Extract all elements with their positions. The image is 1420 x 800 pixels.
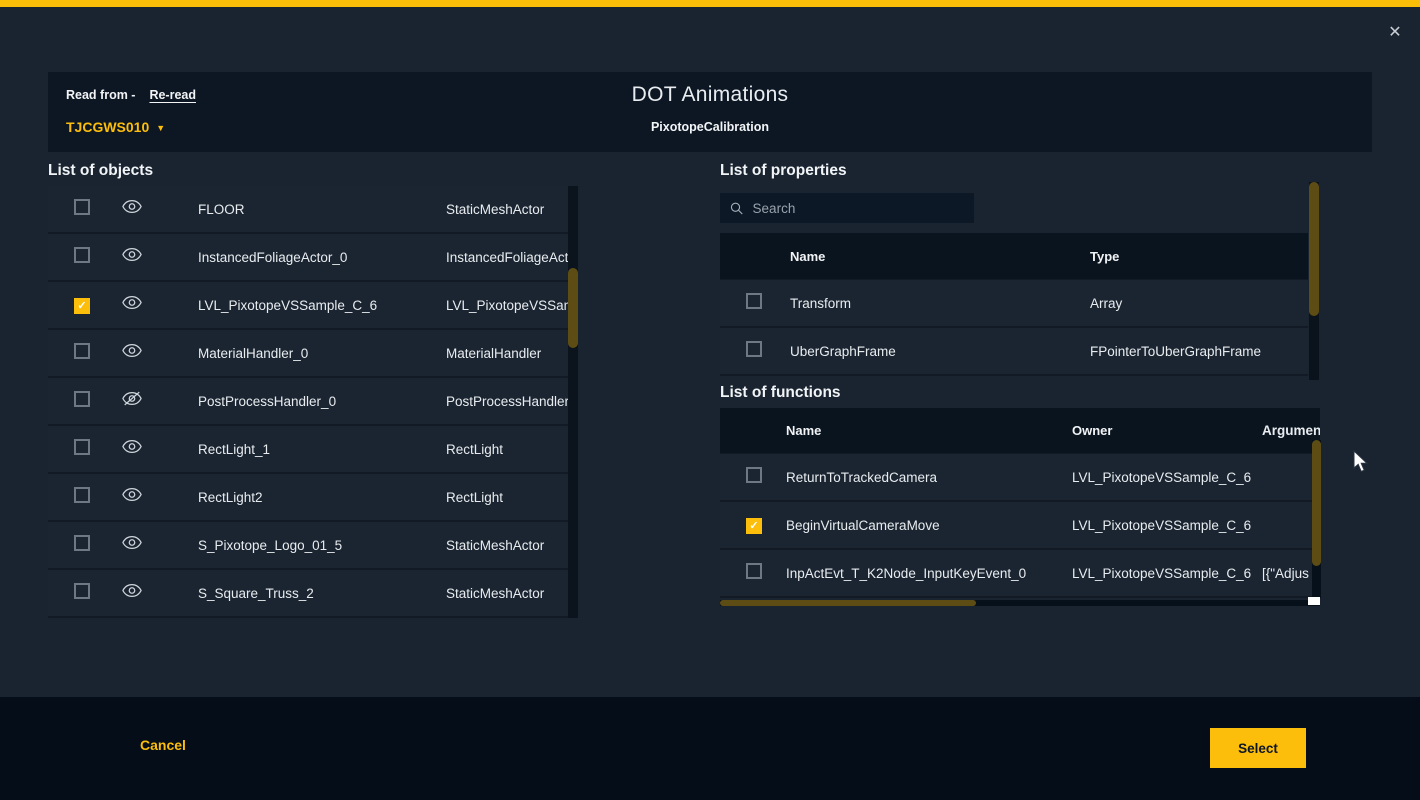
object-name: PostProcessHandler_0: [198, 394, 446, 409]
table-row[interactable]: InstancedFoliageActor_0 InstancedFoliage…: [48, 234, 578, 282]
search-icon: [730, 201, 744, 216]
table-row[interactable]: S_Pixotope_Logo_01_5 StaticMeshActor: [48, 522, 578, 570]
object-type: StaticMeshActor: [446, 538, 578, 553]
functions-table: Name Owner Arguments ReturnToTrackedCame…: [720, 408, 1320, 598]
scrollbar-thumb[interactable]: [1309, 182, 1319, 316]
dialog-footer: Cancel Select: [0, 697, 1420, 800]
visibility-eye-icon[interactable]: [122, 535, 144, 551]
function-name: BeginVirtualCameraMove: [786, 518, 1072, 533]
column-header-name: Name: [786, 423, 1072, 438]
properties-heading: List of properties: [720, 162, 847, 180]
table-row[interactable]: UberGraphFrame FPointerToUberGraphFrame: [720, 328, 1308, 376]
object-type: LVL_PixotopeVSSample_C: [446, 298, 578, 313]
object-name: FLOOR: [198, 202, 446, 217]
functions-scrollbar[interactable]: [1312, 440, 1321, 598]
row-checkbox[interactable]: [74, 247, 90, 263]
functions-heading: List of functions: [720, 384, 841, 402]
property-type: FPointerToUberGraphFrame: [1090, 344, 1308, 359]
function-owner: LVL_PixotopeVSSample_C_6: [1072, 518, 1262, 533]
table-row[interactable]: Transform Array: [720, 280, 1308, 328]
row-checkbox[interactable]: [746, 341, 762, 357]
object-type: StaticMeshActor: [446, 202, 578, 217]
visibility-eye-icon[interactable]: [122, 583, 144, 599]
object-type: MaterialHandler: [446, 346, 578, 361]
visibility-eye-icon[interactable]: [122, 295, 144, 311]
property-type: Array: [1090, 296, 1308, 311]
page-title: DOT Animations: [48, 83, 1372, 107]
objects-heading: List of objects: [48, 162, 153, 180]
visibility-eye-icon[interactable]: [122, 247, 144, 263]
visibility-eye-icon[interactable]: [122, 343, 144, 359]
column-header-type: Type: [1090, 249, 1308, 264]
table-row[interactable]: FLOOR StaticMeshActor: [48, 186, 578, 234]
property-name: Transform: [790, 296, 1090, 311]
column-header-owner: Owner: [1072, 423, 1262, 438]
row-checkbox[interactable]: [74, 343, 90, 359]
scrollbar-thumb[interactable]: [568, 268, 578, 348]
table-row[interactable]: BeginVirtualCameraMove LVL_PixotopeVSSam…: [720, 502, 1320, 550]
properties-scrollbar[interactable]: [1309, 182, 1319, 380]
mouse-cursor: [1353, 450, 1370, 474]
row-checkbox[interactable]: [746, 563, 762, 579]
visibility-eye-off-icon[interactable]: [122, 391, 144, 407]
scrollbar-corner: [1308, 597, 1320, 605]
function-owner: LVL_PixotopeVSSample_C_6: [1072, 470, 1262, 485]
row-checkbox[interactable]: [74, 391, 90, 407]
object-name: LVL_PixotopeVSSample_C_6: [198, 298, 446, 313]
object-name: InstancedFoliageActor_0: [198, 250, 446, 265]
object-name: MaterialHandler_0: [198, 346, 446, 361]
row-checkbox[interactable]: [746, 467, 762, 483]
table-row[interactable]: InpActEvt_T_K2Node_InputKeyEvent_0 LVL_P…: [720, 550, 1320, 598]
visibility-eye-icon[interactable]: [122, 439, 144, 455]
select-button[interactable]: Select: [1210, 728, 1306, 768]
object-type: RectLight: [446, 442, 578, 457]
object-type: StaticMeshActor: [446, 586, 578, 601]
visibility-eye-icon[interactable]: [122, 199, 144, 215]
function-name: ReturnToTrackedCamera: [786, 470, 1072, 485]
row-checkbox[interactable]: [74, 298, 90, 314]
row-checkbox[interactable]: [74, 199, 90, 215]
objects-table: FLOOR StaticMeshActor InstancedFoliageAc…: [48, 186, 578, 620]
properties-table: Name Type Transform Array UberGraphFrame…: [720, 233, 1308, 376]
functions-table-header: Name Owner Arguments: [720, 408, 1320, 454]
scrollbar-thumb[interactable]: [1312, 440, 1321, 566]
properties-search[interactable]: [720, 193, 974, 223]
search-input[interactable]: [753, 201, 964, 216]
table-row[interactable]: MaterialHandler_0 MaterialHandler: [48, 330, 578, 378]
row-checkbox[interactable]: [746, 518, 762, 534]
table-row[interactable]: RectLight2 RectLight: [48, 474, 578, 522]
object-name: RectLight_1: [198, 442, 446, 457]
table-row[interactable]: LVL_PixotopeVSSample_C_6 LVL_PixotopeVSS…: [48, 282, 578, 330]
object-type: RectLight: [446, 490, 578, 505]
object-type: PostProcessHandler: [446, 394, 578, 409]
column-header-name: Name: [790, 249, 1090, 264]
function-name: InpActEvt_T_K2Node_InputKeyEvent_0: [786, 566, 1072, 581]
table-row[interactable]: ReturnToTrackedCamera LVL_PixotopeVSSamp…: [720, 454, 1320, 502]
object-name: S_Pixotope_Logo_01_5: [198, 538, 446, 553]
object-name: RectLight2: [198, 490, 446, 505]
cancel-button[interactable]: Cancel: [140, 737, 186, 753]
visibility-eye-icon[interactable]: [122, 487, 144, 503]
object-type: InstancedFoliageActor: [446, 250, 578, 265]
objects-scrollbar[interactable]: [568, 186, 578, 618]
row-checkbox[interactable]: [74, 439, 90, 455]
table-row[interactable]: PostProcessHandler_0 PostProcessHandler: [48, 378, 578, 426]
properties-table-header: Name Type: [720, 233, 1308, 280]
table-row[interactable]: S_Square_Truss_2 StaticMeshActor: [48, 570, 578, 618]
dialog-header: Read from -Re-read TJCGWS010▼ DOT Animat…: [48, 72, 1372, 152]
scrollbar-thumb[interactable]: [720, 600, 976, 606]
row-checkbox[interactable]: [74, 535, 90, 551]
row-checkbox[interactable]: [74, 583, 90, 599]
close-icon[interactable]: ✕: [1384, 22, 1406, 44]
row-checkbox[interactable]: [746, 293, 762, 309]
table-row[interactable]: RectLight_1 RectLight: [48, 426, 578, 474]
accent-top-bar: [0, 0, 1420, 7]
page-subtitle: PixotopeCalibration: [48, 120, 1372, 134]
functions-horizontal-scrollbar[interactable]: [720, 600, 1320, 606]
object-name: S_Square_Truss_2: [198, 586, 446, 601]
property-name: UberGraphFrame: [790, 344, 1090, 359]
column-header-arguments: Arguments: [1262, 423, 1320, 438]
row-checkbox[interactable]: [74, 487, 90, 503]
function-owner: LVL_PixotopeVSSample_C_6: [1072, 566, 1262, 581]
